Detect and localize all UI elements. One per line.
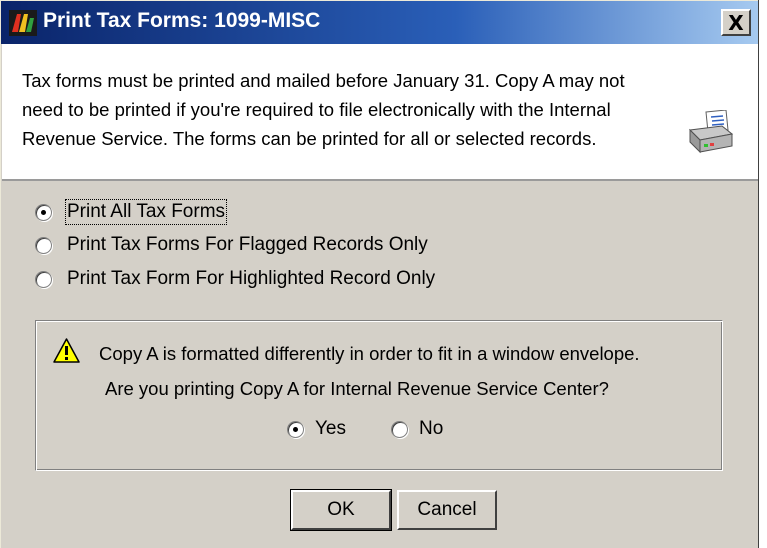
option-print-flagged[interactable]: Print Tax Forms For Flagged Records Only bbox=[35, 232, 428, 258]
print-tax-forms-dialog: Print Tax Forms: 1099-MISC X Tax forms m… bbox=[0, 0, 759, 548]
info-panel: Tax forms must be printed and mailed bef… bbox=[2, 44, 758, 181]
ok-button[interactable]: OK bbox=[290, 489, 392, 531]
cancel-button[interactable]: Cancel bbox=[397, 490, 497, 530]
option-yes[interactable]: Yes bbox=[287, 416, 346, 442]
option-print-all-label: Print All Tax Forms bbox=[64, 199, 228, 225]
option-no-label: No bbox=[419, 418, 444, 439]
info-message: Tax forms must be printed and mailed bef… bbox=[22, 70, 625, 149]
option-no[interactable]: No bbox=[391, 416, 443, 442]
app-logo-icon bbox=[9, 10, 37, 36]
radio-print-flagged[interactable] bbox=[35, 236, 52, 254]
radio-yes[interactable] bbox=[287, 420, 304, 438]
window-title: Print Tax Forms: 1099-MISC bbox=[43, 9, 321, 32]
option-print-all[interactable]: Print All Tax Forms bbox=[35, 199, 228, 225]
close-icon: X bbox=[728, 10, 744, 35]
option-print-flagged-label: Print Tax Forms For Flagged Records Only bbox=[67, 234, 428, 255]
warning-icon bbox=[53, 338, 80, 363]
radio-print-highlighted[interactable] bbox=[35, 270, 52, 288]
option-print-highlighted-label: Print Tax Form For Highlighted Record On… bbox=[67, 268, 436, 289]
printer-icon bbox=[688, 110, 734, 154]
radio-print-all[interactable] bbox=[35, 203, 52, 221]
option-yes-label: Yes bbox=[315, 418, 346, 439]
copy-a-question: Are you printing Copy A for Internal Rev… bbox=[105, 378, 609, 399]
option-print-highlighted[interactable]: Print Tax Form For Highlighted Record On… bbox=[35, 266, 435, 292]
title-bar[interactable]: Print Tax Forms: 1099-MISC X bbox=[1, 0, 758, 44]
copy-a-note: Copy A is formatted differently in order… bbox=[99, 343, 640, 364]
close-button[interactable]: X bbox=[721, 9, 751, 36]
radio-no[interactable] bbox=[391, 420, 408, 438]
